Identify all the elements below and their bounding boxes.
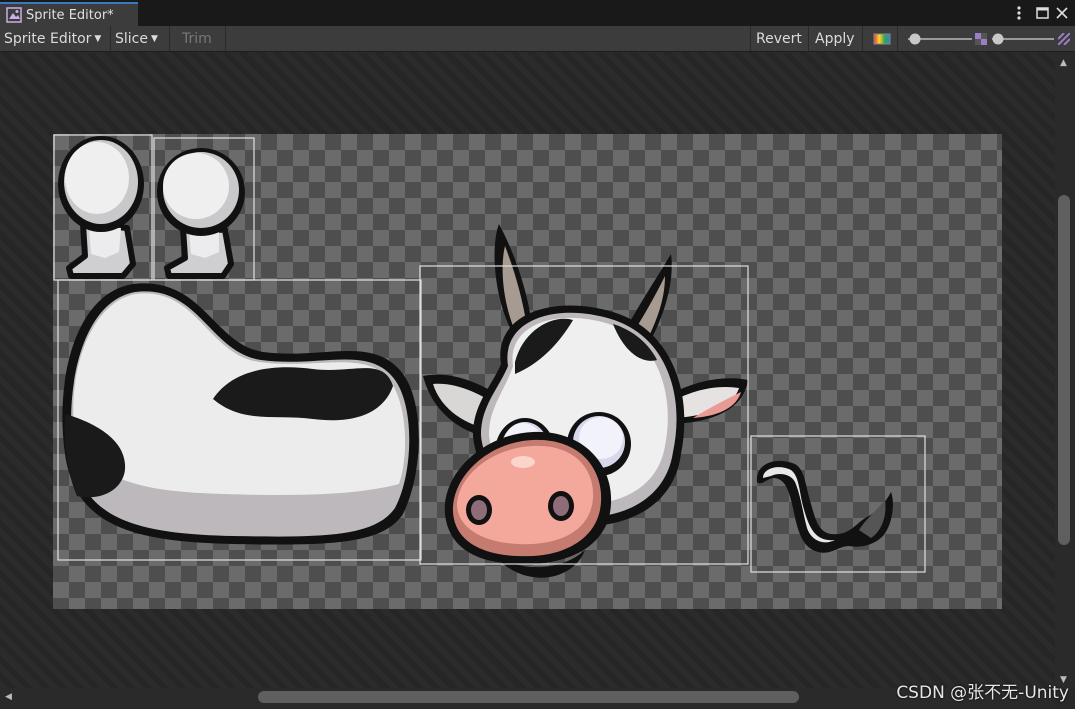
close-button[interactable] [1053, 4, 1071, 22]
sprite-body[interactable] [62, 283, 419, 545]
alpha-icon [975, 26, 989, 51]
mode-label: Sprite Editor [4, 30, 92, 47]
alpha-slider-track [908, 33, 972, 44]
mip-level-slider[interactable] [990, 26, 1056, 51]
sprite-leg-front[interactable] [58, 136, 144, 279]
slice-label: Slice [115, 30, 148, 47]
sprite-artwork [53, 134, 926, 578]
sprite-editor-icon [6, 7, 22, 23]
more-options-icon [1017, 6, 1021, 20]
tab-sprite-editor[interactable]: Sprite Editor* [0, 2, 138, 26]
sprite-texture[interactable] [53, 134, 1002, 609]
sprite-leg-back[interactable] [157, 148, 245, 279]
apply-label: Apply [815, 30, 855, 47]
sprite-head[interactable] [423, 224, 748, 578]
scroll-up-icon[interactable]: ▲ [1060, 58, 1067, 68]
apply-button[interactable]: Apply [808, 26, 863, 51]
watermark: CSDN @张不无-Unity [896, 683, 1069, 703]
sprite-canvas[interactable] [0, 52, 1055, 688]
tab-title: Sprite Editor* [26, 7, 114, 23]
maximize-button[interactable] [1032, 4, 1052, 22]
color-channel-icon [873, 33, 890, 44]
mip-level-slider-track [992, 33, 1054, 44]
close-icon [1056, 7, 1068, 19]
more-options-button[interactable] [1010, 4, 1028, 22]
mip-level-icon [1058, 26, 1072, 51]
color-channel-toggle[interactable] [866, 26, 898, 51]
alpha-slider[interactable] [906, 26, 976, 51]
sprite-tail[interactable] [756, 460, 893, 553]
chevron-down-icon: ▼ [150, 33, 158, 44]
vertical-scroll-thumb[interactable] [1058, 195, 1070, 545]
tab-bar: Sprite Editor* [0, 0, 1075, 26]
horizontal-scroll-thumb[interactable] [258, 691, 799, 703]
sprite-rect-tail[interactable] [750, 435, 926, 573]
revert-label: Revert [756, 30, 802, 47]
toolbar: Sprite Editor ▼ Slice ▼ Trim Revert Appl… [0, 26, 1075, 52]
scroll-left-icon[interactable]: ◀ [5, 692, 12, 702]
maximize-icon [1035, 7, 1049, 19]
slice-dropdown[interactable]: Slice ▼ [110, 26, 169, 51]
mode-dropdown[interactable]: Sprite Editor ▼ [4, 26, 101, 51]
revert-button[interactable]: Revert [750, 26, 808, 51]
trim-label: Trim [182, 30, 212, 47]
chevron-down-icon: ▼ [94, 33, 102, 44]
trim-button[interactable]: Trim [169, 26, 226, 51]
